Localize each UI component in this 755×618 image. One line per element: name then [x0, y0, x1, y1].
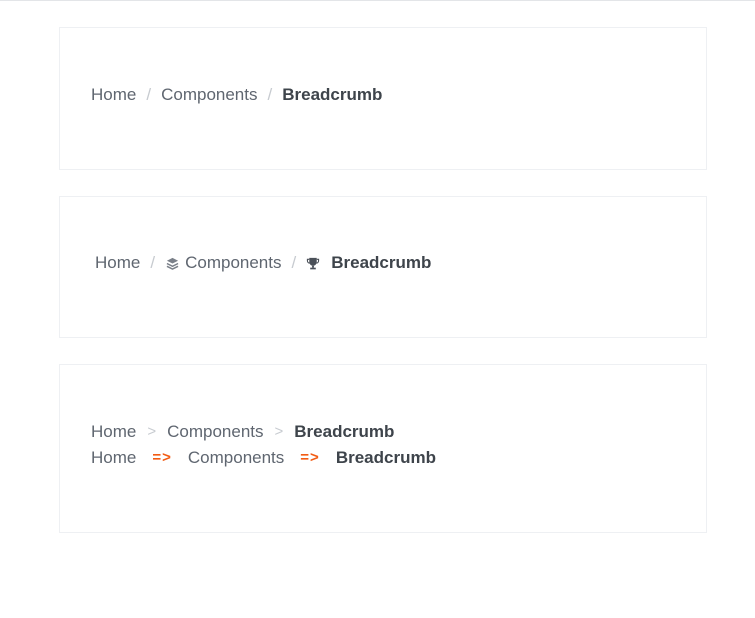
trophy-icon: [306, 256, 320, 270]
breadcrumb-item-home[interactable]: Home: [95, 253, 140, 273]
breadcrumb-separator: >: [274, 423, 284, 440]
breadcrumb-item-current: Breadcrumb: [335, 448, 436, 467]
breadcrumb-separator: /: [291, 253, 297, 272]
breadcrumb-separator: =>: [300, 449, 320, 466]
breadcrumb-card-icons: Home / Components / Breadcrumb: [59, 196, 707, 338]
breadcrumb-item-current: Breadcrumb: [282, 85, 383, 104]
breadcrumb-card-basic: Home / Components / Breadcrumb: [59, 27, 707, 170]
breadcrumb-separator: >: [147, 423, 157, 440]
breadcrumb-item-components[interactable]: Components: [188, 448, 284, 468]
breadcrumb-item-current: Breadcrumb: [331, 253, 432, 272]
breadcrumb: Home / Components / Breadcrumb: [95, 253, 431, 273]
layers-icon: [165, 256, 179, 270]
breadcrumb-item-home[interactable]: Home: [91, 448, 136, 468]
breadcrumb-item-components[interactable]: Components: [185, 253, 281, 273]
breadcrumb-item-current: Breadcrumb: [294, 422, 395, 441]
breadcrumb-card-separators: Home > Components > Breadcrumb Home => C…: [59, 364, 707, 533]
breadcrumb-arrow: Home => Components => Breadcrumb: [91, 448, 436, 468]
breadcrumb-item-home[interactable]: Home: [91, 85, 136, 105]
breadcrumb-separator: /: [267, 85, 273, 104]
top-divider: [0, 0, 755, 1]
breadcrumb-separator: /: [150, 253, 156, 272]
breadcrumb-item-components[interactable]: Components: [167, 422, 263, 442]
breadcrumb-separator: /: [146, 85, 152, 104]
breadcrumb-separator: =>: [152, 449, 172, 466]
breadcrumb-item-components[interactable]: Components: [161, 85, 257, 105]
breadcrumb-item-home[interactable]: Home: [91, 422, 136, 442]
breadcrumb: Home / Components / Breadcrumb: [91, 85, 382, 105]
breadcrumb-chevron: Home > Components > Breadcrumb: [91, 422, 394, 442]
